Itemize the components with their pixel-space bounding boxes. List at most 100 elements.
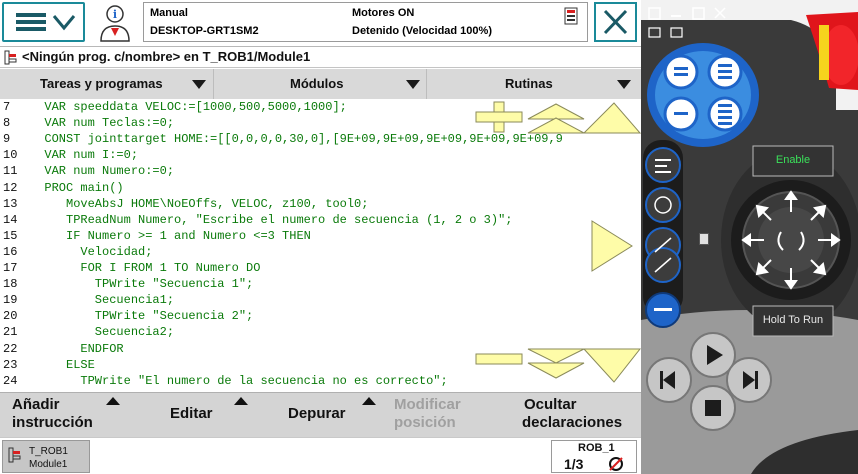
user-info-icon[interactable]: i	[95, 4, 135, 42]
tab-label: Tareas y programas	[40, 76, 163, 91]
top-bar: i Manual DESKTOP-GRT1SM2 Motores ON Dete…	[0, 0, 641, 47]
line-number: 9	[3, 132, 11, 147]
editor-overlay-controls	[475, 101, 641, 383]
code-editor[interactable]: 7 VAR speeddata VELOC:=[1000,500,5000,10…	[0, 99, 641, 392]
key-1[interactable]	[663, 54, 699, 90]
code-line[interactable]: TPWrite "Secuencia 1";	[30, 277, 253, 291]
chevron-down-icon	[406, 80, 420, 89]
button-label: instrucción	[12, 414, 93, 431]
code-line[interactable]: Secuencia2;	[30, 325, 174, 339]
quickset-fraction: 1/3	[564, 456, 584, 472]
line-number: 23	[3, 357, 18, 372]
task-module: Module1	[29, 459, 68, 470]
enable-label: Enable	[775, 154, 811, 166]
controller-name: DESKTOP-GRT1SM2	[150, 25, 259, 37]
breadcrumb: <Ningún prog. c/nombre> en T_ROB1/Module…	[0, 47, 641, 68]
code-line[interactable]: TPReadNum Numero, "Escribe el numero de …	[30, 213, 512, 227]
chevron-up-icon	[234, 397, 248, 405]
task-icon	[8, 447, 21, 463]
line-down-icon[interactable]	[582, 348, 641, 383]
code-line[interactable]: IF Numero >= 1 and Numero <=3 THEN	[30, 229, 311, 243]
tab-tasks-programs[interactable]: Tareas y programas	[0, 69, 214, 99]
bottom-action-bar: Añadir instrucción Editar Depurar Modifi…	[0, 392, 641, 437]
code-line[interactable]: ELSE	[30, 358, 95, 372]
line-number: 17	[3, 261, 18, 275]
button-label: Añadir	[12, 396, 60, 413]
tab-label: Módulos	[290, 76, 344, 91]
key-4[interactable]	[707, 96, 743, 132]
tab-routines[interactable]: Rutinas	[427, 69, 641, 99]
chevron-up-icon	[106, 397, 120, 405]
operating-mode: Manual	[150, 7, 188, 19]
pendant-drawing	[641, 0, 858, 474]
robot-name: ROB_1	[578, 442, 615, 454]
page-down-icon[interactable]	[527, 348, 585, 379]
line-number: 18	[3, 277, 18, 292]
line-number: 13	[3, 196, 18, 211]
button-label: Depurar	[288, 405, 346, 422]
program-state: Detenido (Velocidad 100%)	[352, 25, 492, 37]
edit-button[interactable]: Editar	[122, 393, 250, 438]
add-instruction-button[interactable]: Añadir instrucción	[0, 393, 122, 438]
main-menu-button[interactable]	[2, 2, 85, 42]
chevron-down-icon	[52, 15, 76, 31]
mechanical-unit-status[interactable]: ROB_1 1/3	[551, 440, 637, 473]
program-icon	[4, 50, 17, 65]
code-line[interactable]: PROC main()	[30, 181, 123, 195]
increment-off-icon	[609, 457, 623, 471]
line-number: 8	[3, 116, 11, 131]
close-button[interactable]	[594, 2, 637, 42]
button-label: posición	[394, 414, 456, 431]
code-line[interactable]: MoveAbsJ HOME\NoEOffs, VELOC, z100, tool…	[30, 197, 368, 211]
line-number: 7	[3, 100, 11, 114]
button-label: Modificar	[394, 396, 461, 413]
task-name: T_ROB1	[29, 446, 68, 457]
motor-state: Motores ON	[352, 7, 415, 19]
line-number: 24	[3, 373, 18, 388]
line-number: 15	[3, 228, 18, 243]
status-panel[interactable]: Manual DESKTOP-GRT1SM2 Motores ON Deteni…	[143, 2, 588, 42]
svg-text:i: i	[113, 8, 117, 21]
hide-declarations-button[interactable]: Ocultar declaraciones	[506, 393, 641, 438]
code-line[interactable]: ENDFOR	[30, 342, 123, 356]
modify-position-button: Modificar posición	[378, 393, 506, 438]
code-line[interactable]: Velocidad;	[30, 245, 152, 259]
page-up-icon[interactable]	[527, 103, 585, 134]
scroll-right-icon[interactable]	[591, 220, 633, 272]
code-line[interactable]: FOR I FROM 1 TO Numero DO	[30, 261, 260, 275]
line-number: 10	[3, 148, 18, 163]
code-line[interactable]: Secuencia1;	[30, 293, 174, 307]
flexpendant-panel: Enable Hold To Run	[641, 0, 858, 474]
motion-mode-key[interactable]	[645, 187, 681, 223]
zoom-in-icon[interactable]	[475, 101, 523, 133]
code-line[interactable]: VAR num I:=0;	[30, 148, 138, 162]
hamburger-icon	[16, 13, 76, 31]
line-number: 19	[3, 293, 18, 308]
code-line[interactable]: VAR num Teclas:=0;	[30, 116, 174, 130]
task-bar: T_ROB1 Module1 ROB_1 1/3	[0, 437, 641, 474]
code-line[interactable]: VAR num Numero:=0;	[30, 164, 174, 178]
chevron-up-icon	[362, 397, 376, 405]
line-number: 21	[3, 325, 18, 340]
line-number: 11	[3, 164, 18, 179]
status-icon	[564, 7, 578, 25]
code-line[interactable]: TPWrite "El numero de la secuencia no es…	[30, 374, 447, 388]
zoom-out-icon[interactable]	[475, 353, 523, 365]
debug-button[interactable]: Depurar	[250, 393, 378, 438]
custom-keys-cluster	[647, 43, 759, 147]
hold-to-run-label: Hold To Run	[762, 314, 824, 326]
button-label: declaraciones	[522, 414, 623, 431]
close-icon	[603, 9, 628, 35]
breadcrumb-label: <Ningún prog. c/nombre> en T_ROB1/Module…	[22, 49, 311, 64]
line-up-icon[interactable]	[582, 102, 641, 134]
tab-modules[interactable]: Módulos	[214, 69, 427, 99]
line-number: 22	[3, 341, 18, 356]
code-line[interactable]: VAR speeddata VELOC:=[1000,500,5000,1000…	[30, 100, 346, 114]
chevron-down-icon	[617, 80, 631, 89]
minimize-icon[interactable]	[671, 15, 681, 17]
button-label: Editar	[170, 405, 213, 422]
task-tab-t-rob1[interactable]: T_ROB1 Module1	[2, 440, 90, 473]
line-number: 12	[3, 180, 18, 195]
tab-label: Rutinas	[505, 76, 553, 91]
code-line[interactable]: TPWrite "Secuencia 2";	[30, 309, 253, 323]
